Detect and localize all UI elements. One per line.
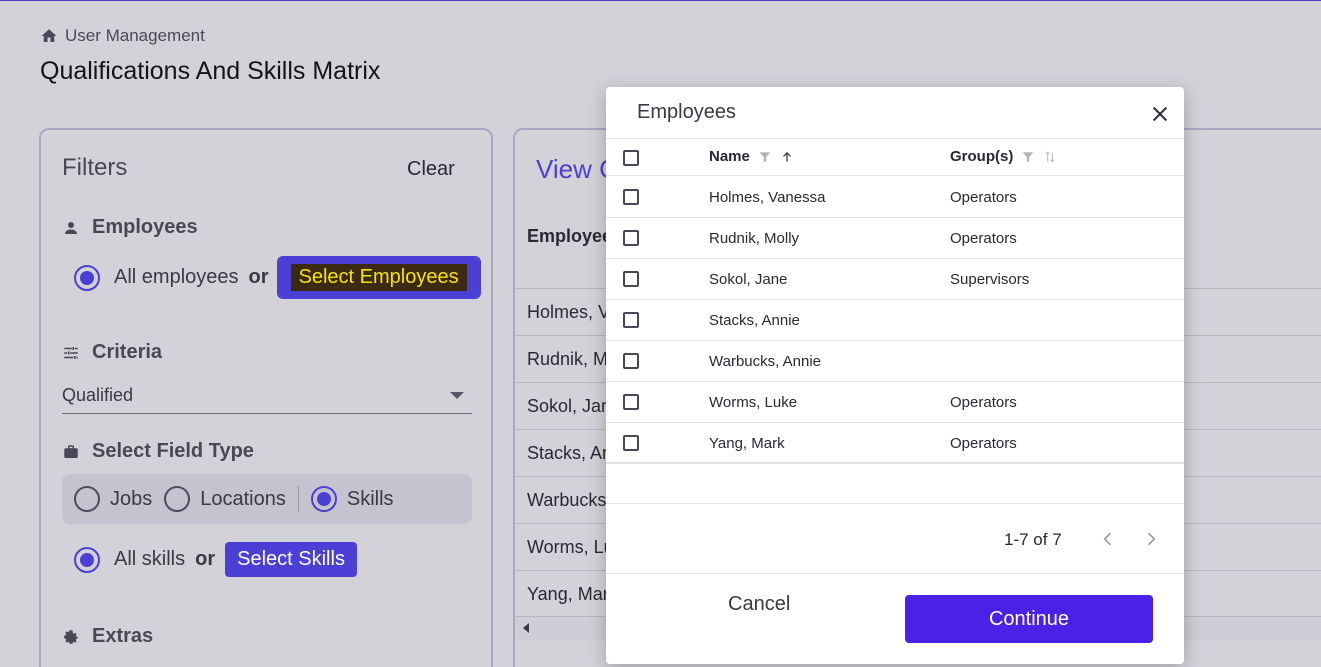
view-column-header: Employee xyxy=(527,226,613,246)
table-row[interactable]: Yang, Mark Operators xyxy=(606,423,1184,464)
person-icon xyxy=(65,221,77,234)
employee-group: Operators xyxy=(950,230,1017,247)
employee-name: Worms, Luke xyxy=(709,394,798,411)
criteria-selected-value: Qualified xyxy=(62,385,134,405)
employee-name: Rudnik, Molly xyxy=(709,230,800,247)
chevron-left-icon xyxy=(1103,532,1112,546)
employees-table-body: Holmes, Vanessa Operators Rudnik, Molly … xyxy=(606,177,1184,464)
tune-icon xyxy=(64,346,78,359)
locations-radio[interactable] xyxy=(164,486,191,512)
row-checkbox[interactable] xyxy=(623,353,639,369)
row-checkbox[interactable] xyxy=(623,271,639,287)
field-type-skills[interactable]: Skills xyxy=(310,486,394,512)
all-skills-radio[interactable] xyxy=(74,546,100,573)
row-checkbox[interactable] xyxy=(623,189,639,205)
employee-name: Yang, Mark xyxy=(709,435,785,452)
gear-icon xyxy=(64,629,78,644)
chevron-down-icon xyxy=(450,392,464,399)
employees-heading: Employees xyxy=(62,216,198,239)
employee-group: Operators xyxy=(950,189,1017,206)
dialog-title: Employees xyxy=(637,101,736,123)
field-type-segmented: Jobs Locations Skills xyxy=(62,474,472,524)
table-row[interactable]: Holmes, Vanessa Operators xyxy=(606,177,1184,218)
employees-dialog: Employees Name Group(s) Holmes, Vanessa … xyxy=(606,87,1184,664)
row-checkbox[interactable] xyxy=(623,394,639,410)
filter-icon[interactable] xyxy=(758,150,772,164)
all-employees-label: All employees xyxy=(114,266,239,288)
select-all-checkbox[interactable] xyxy=(623,150,639,166)
field-type-jobs[interactable]: Jobs xyxy=(74,486,152,512)
home-icon xyxy=(41,29,57,42)
skills-radio[interactable] xyxy=(310,486,337,512)
employee-group: Operators xyxy=(950,394,1017,411)
page-title: Qualifications And Skills Matrix xyxy=(40,57,381,85)
criteria-select[interactable]: Qualified xyxy=(62,378,472,414)
select-skills-button[interactable]: Select Skills xyxy=(225,542,357,577)
row-checkbox[interactable] xyxy=(623,312,639,328)
or-label: or xyxy=(195,548,216,570)
skills-choice-row: All skills or Select Skills xyxy=(74,542,357,577)
cancel-button[interactable]: Cancel xyxy=(728,593,790,616)
all-employees-radio[interactable] xyxy=(74,264,100,291)
close-icon xyxy=(1152,106,1168,122)
top-accent-line xyxy=(0,0,1321,1)
employee-name: Sokol, Jane xyxy=(709,271,788,288)
pagination-label: 1-7 of 7 xyxy=(1004,530,1062,549)
field-type-heading: Select Field Type xyxy=(62,440,254,463)
table-row[interactable]: Worms, Luke Operators xyxy=(606,382,1184,423)
table-row[interactable]: Sokol, Jane Supervisors xyxy=(606,259,1184,300)
dialog-footer: Cancel Continue xyxy=(606,573,1184,664)
employee-name: Holmes, Vanessa xyxy=(709,189,826,206)
row-checkbox[interactable] xyxy=(623,435,639,451)
breadcrumb-label: User Management xyxy=(65,26,205,45)
breadcrumb[interactable]: User Management xyxy=(40,26,205,46)
row-checkbox[interactable] xyxy=(623,230,639,246)
chevron-right-icon xyxy=(1147,532,1156,546)
sort-ascending-icon[interactable] xyxy=(780,150,794,164)
sort-icon[interactable] xyxy=(1043,150,1057,164)
employees-choice-row: All employees or Select Employees xyxy=(74,256,481,299)
criteria-heading: Criteria xyxy=(62,341,162,364)
scroll-left-icon[interactable] xyxy=(523,623,529,633)
close-button[interactable] xyxy=(1149,103,1171,125)
filters-title: Filters xyxy=(62,154,128,181)
select-employees-button[interactable]: Select Employees xyxy=(276,256,481,299)
all-skills-label: All skills xyxy=(114,548,186,570)
table-row[interactable]: Warbucks, Annie xyxy=(606,341,1184,382)
next-page-button[interactable] xyxy=(1141,529,1161,549)
groups-column-header[interactable]: Group(s) xyxy=(950,148,1057,165)
table-row[interactable]: Rudnik, Molly Operators xyxy=(606,218,1184,259)
continue-button[interactable]: Continue xyxy=(905,595,1153,643)
filter-icon[interactable] xyxy=(1021,150,1035,164)
employee-group: Operators xyxy=(950,435,1017,452)
field-type-locations[interactable]: Locations xyxy=(164,486,286,512)
previous-page-button[interactable] xyxy=(1098,529,1118,549)
extras-heading: Extras xyxy=(62,625,153,648)
jobs-radio[interactable] xyxy=(74,486,100,512)
segment-divider xyxy=(297,486,299,512)
employee-name: Stacks, Annie xyxy=(709,312,800,329)
name-column-header[interactable]: Name xyxy=(709,148,794,165)
table-empty-area xyxy=(606,462,1184,504)
table-header: Name Group(s) xyxy=(606,138,1184,176)
employee-name: Warbucks, Annie xyxy=(709,353,821,370)
briefcase-icon xyxy=(64,444,78,458)
table-row[interactable]: Stacks, Annie xyxy=(606,300,1184,341)
filters-panel: Filters Clear Employees All employees or… xyxy=(39,128,493,667)
employee-group: Supervisors xyxy=(950,271,1030,288)
clear-button[interactable]: Clear xyxy=(407,158,455,181)
or-label: or xyxy=(248,266,269,288)
